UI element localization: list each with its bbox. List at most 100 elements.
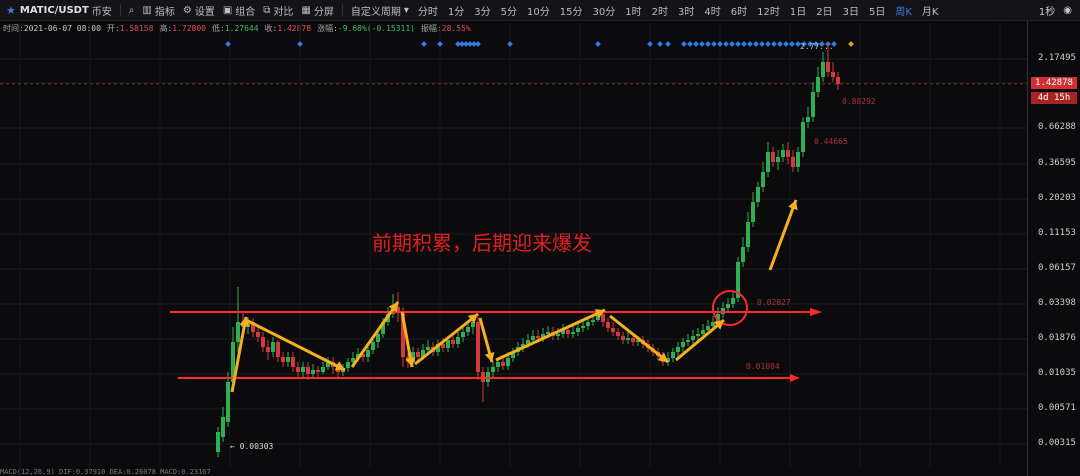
candle-body [281, 357, 285, 362]
symbol-selector[interactable]: MATIC/USDT 币安 [16, 3, 116, 18]
period-tab[interactable]: 12时 [752, 3, 785, 18]
signal-marker [747, 41, 753, 47]
candle-body [496, 362, 500, 367]
candle-body [616, 332, 620, 336]
combo-label: 组合 [235, 6, 256, 18]
candle-body [776, 157, 780, 162]
candle-body [571, 332, 575, 334]
axis-tick-label: 0.11153 [1038, 228, 1076, 238]
candle-body [371, 342, 375, 350]
trend-arrow [768, 199, 798, 271]
indicator-icon: ▥ [142, 4, 152, 16]
candle-body [671, 352, 675, 358]
candle-body [576, 328, 580, 332]
candle-body [306, 367, 310, 374]
period-tab[interactable]: 2时 [647, 3, 673, 18]
period-tab[interactable]: 15分 [555, 3, 588, 18]
candle-body [581, 326, 585, 328]
gear-icon: ⚙ [182, 4, 192, 16]
period-tab[interactable]: 分时 [413, 3, 443, 18]
period-tabs: 分时 1分 3分 5分 10分 15分 30分 1时 2时 3时 4时 6时 12时 1日 2日 3日 5日 周K… [413, 3, 944, 18]
split-icon: ▦ [301, 4, 311, 16]
camera-icon[interactable]: ◉ [1063, 5, 1072, 16]
period-tab[interactable]: 2日 [811, 3, 837, 18]
period-tab[interactable]: 1时 [620, 3, 646, 18]
period-tab[interactable]: 1分 [443, 3, 469, 18]
candle-body [346, 362, 350, 368]
candle-body [556, 334, 560, 336]
candle-body [761, 172, 765, 187]
level-label: 0.02827 [757, 298, 791, 307]
chevron-down-icon: ▾ [403, 4, 409, 16]
period-tab[interactable]: 1日 [785, 3, 811, 18]
period-tab[interactable]: 月K [917, 3, 944, 18]
annotation-text: 前期积累，后期迎来爆发 [372, 231, 592, 255]
period-tab[interactable]: 3分 [469, 3, 495, 18]
period-tab[interactable]: 周K [890, 3, 917, 18]
axis-tick-label: 2.17495 [1038, 53, 1076, 63]
candle-body [686, 340, 690, 342]
indicators-label: 指标 [154, 6, 175, 18]
candle-body [706, 326, 710, 330]
macd-panel-header: MACD(12,26,9) DIF:0.37910 DEA:0.26078 MA… [0, 468, 211, 476]
signal-marker [705, 41, 711, 47]
candle-body [771, 152, 775, 162]
compare-button[interactable]: ⧉ 对比 [259, 3, 297, 18]
candle-body [536, 336, 540, 338]
period-tab[interactable]: 5日 [864, 3, 890, 18]
search-button[interactable]: ⌕ [125, 5, 139, 16]
signal-marker [771, 41, 777, 47]
indicators-button[interactable]: ▥ 指标 [138, 3, 178, 18]
candle-body [756, 187, 760, 202]
candle-body [731, 298, 735, 304]
level-label: 0.88292 [842, 97, 876, 106]
candle-body [446, 340, 450, 348]
period-tab[interactable]: 30分 [587, 3, 620, 18]
candle-body [606, 322, 610, 328]
candle-body [471, 322, 475, 327]
period-tab[interactable]: 5分 [496, 3, 522, 18]
period-tab[interactable]: 10分 [522, 3, 555, 18]
combo-button[interactable]: ▣ 组合 [219, 3, 259, 18]
period-tab[interactable]: 4时 [699, 3, 725, 18]
axis-tick-label: 0.06157 [1038, 263, 1076, 273]
candle-body [611, 328, 615, 332]
layout-icon: ▣ [222, 4, 233, 16]
candle-body [416, 352, 420, 357]
split-button[interactable]: ▦ 分屏 [297, 3, 337, 18]
custom-period-button[interactable]: 自定义周期 ▾ [347, 3, 413, 18]
period-tab[interactable]: 6时 [726, 3, 752, 18]
current-price-badge: 1.42878 [1031, 77, 1077, 89]
candle-body [501, 362, 505, 366]
candle-body [591, 320, 595, 322]
support-arrowhead [790, 374, 800, 382]
axis-tick-label: 0.20203 [1038, 193, 1076, 203]
candle-body [321, 367, 325, 372]
star-icon[interactable]: ★ [6, 4, 16, 17]
candle-body [291, 357, 295, 367]
candle-body [766, 152, 770, 172]
signal-marker [777, 41, 783, 47]
signal-marker [711, 41, 717, 47]
candle-body [216, 432, 220, 452]
period-tab[interactable]: 3日 [838, 3, 864, 18]
candle-body [711, 322, 715, 326]
split-label: 分屏 [313, 6, 334, 18]
axis-tick-label: 0.36595 [1038, 158, 1076, 168]
candle-body [426, 347, 430, 350]
settings-button[interactable]: ⚙ 设置 [179, 3, 219, 18]
candle-body [691, 336, 695, 340]
signal-marker [717, 41, 723, 47]
compare-label: 对比 [273, 6, 294, 18]
signal-marker [507, 41, 513, 47]
axis-tick-label: 0.01876 [1038, 333, 1076, 343]
candle-body [226, 382, 230, 422]
period-tab[interactable]: 3时 [673, 3, 699, 18]
candle-body [626, 338, 630, 340]
candle-body [681, 342, 685, 347]
axis-tick-label: 0.00315 [1038, 438, 1076, 448]
resistance-arrowhead [810, 308, 822, 316]
signal-marker [735, 41, 741, 47]
refresh-interval[interactable]: 1秒 [1039, 3, 1055, 18]
signal-marker [699, 41, 705, 47]
